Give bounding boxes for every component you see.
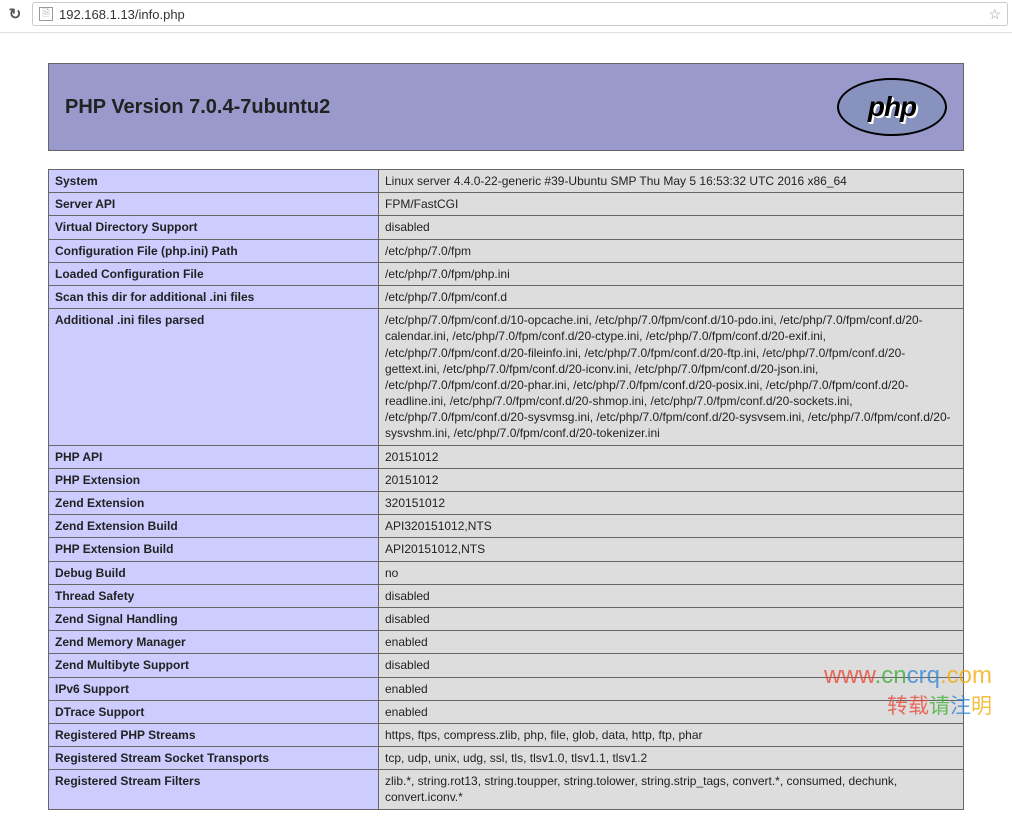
table-row: Zend Extension320151012: [49, 492, 964, 515]
page-icon: 🗎: [39, 7, 53, 21]
info-value: enabled: [379, 677, 964, 700]
table-row: PHP API20151012: [49, 445, 964, 468]
info-value: zlib.*, string.rot13, string.toupper, st…: [379, 770, 964, 809]
table-row: Virtual Directory Supportdisabled: [49, 216, 964, 239]
info-key: Loaded Configuration File: [49, 262, 379, 285]
table-row: Server APIFPM/FastCGI: [49, 193, 964, 216]
php-logo: php: [837, 78, 947, 136]
info-key: Zend Signal Handling: [49, 607, 379, 630]
info-value: FPM/FastCGI: [379, 193, 964, 216]
info-key: Configuration File (php.ini) Path: [49, 239, 379, 262]
reload-icon: ↻: [9, 5, 22, 23]
table-row: Zend Multibyte Supportdisabled: [49, 654, 964, 677]
info-value: disabled: [379, 654, 964, 677]
bookmark-star-icon[interactable]: ☆: [988, 6, 1001, 23]
info-value: enabled: [379, 631, 964, 654]
info-key: Zend Multibyte Support: [49, 654, 379, 677]
table-row: PHP Extension BuildAPI20151012,NTS: [49, 538, 964, 561]
info-key: Zend Extension Build: [49, 515, 379, 538]
info-value: enabled: [379, 700, 964, 723]
info-key: Additional .ini files parsed: [49, 309, 379, 446]
info-value: https, ftps, compress.zlib, php, file, g…: [379, 723, 964, 746]
info-key: DTrace Support: [49, 700, 379, 723]
info-value: API20151012,NTS: [379, 538, 964, 561]
table-row: Thread Safetydisabled: [49, 584, 964, 607]
info-key: PHP API: [49, 445, 379, 468]
info-value: disabled: [379, 216, 964, 239]
info-value: /etc/php/7.0/fpm/php.ini: [379, 262, 964, 285]
browser-address-bar: ↻ 🗎 192.168.1.13/info.php ☆: [0, 0, 1012, 33]
info-key: Server API: [49, 193, 379, 216]
table-row: Additional .ini files parsed/etc/php/7.0…: [49, 309, 964, 446]
reload-button[interactable]: ↻: [4, 3, 26, 25]
info-value: /etc/php/7.0/fpm: [379, 239, 964, 262]
info-key: Virtual Directory Support: [49, 216, 379, 239]
info-value: disabled: [379, 607, 964, 630]
table-row: DTrace Supportenabled: [49, 700, 964, 723]
table-row: Loaded Configuration File/etc/php/7.0/fp…: [49, 262, 964, 285]
info-value: 20151012: [379, 445, 964, 468]
info-key: PHP Extension: [49, 468, 379, 491]
info-key: Debug Build: [49, 561, 379, 584]
info-value: 320151012: [379, 492, 964, 515]
phpinfo-table: SystemLinux server 4.4.0-22-generic #39-…: [48, 169, 964, 810]
table-row: Scan this dir for additional .ini files/…: [49, 285, 964, 308]
table-row: Registered Stream Filterszlib.*, string.…: [49, 770, 964, 809]
table-row: Registered PHP Streamshttps, ftps, compr…: [49, 723, 964, 746]
phpinfo-header: PHP Version 7.0.4-7ubuntu2 php: [48, 63, 964, 151]
info-key: Scan this dir for additional .ini files: [49, 285, 379, 308]
table-row: PHP Extension20151012: [49, 468, 964, 491]
table-row: SystemLinux server 4.4.0-22-generic #39-…: [49, 170, 964, 193]
table-row: Zend Memory Managerenabled: [49, 631, 964, 654]
table-row: Zend Signal Handlingdisabled: [49, 607, 964, 630]
info-value: Linux server 4.4.0-22-generic #39-Ubuntu…: [379, 170, 964, 193]
info-value: disabled: [379, 584, 964, 607]
info-value: no: [379, 561, 964, 584]
info-key: Thread Safety: [49, 584, 379, 607]
info-key: Registered Stream Socket Transports: [49, 747, 379, 770]
info-key: Registered PHP Streams: [49, 723, 379, 746]
page-content: PHP Version 7.0.4-7ubuntu2 php SystemLin…: [0, 33, 1012, 820]
table-row: Configuration File (php.ini) Path/etc/ph…: [49, 239, 964, 262]
info-value: API320151012,NTS: [379, 515, 964, 538]
url-text: 192.168.1.13/info.php: [59, 7, 982, 22]
table-row: Zend Extension BuildAPI320151012,NTS: [49, 515, 964, 538]
info-key: System: [49, 170, 379, 193]
info-value: /etc/php/7.0/fpm/conf.d: [379, 285, 964, 308]
info-value: 20151012: [379, 468, 964, 491]
info-key: Registered Stream Filters: [49, 770, 379, 809]
table-row: IPv6 Supportenabled: [49, 677, 964, 700]
url-input[interactable]: 🗎 192.168.1.13/info.php ☆: [32, 2, 1008, 26]
info-key: IPv6 Support: [49, 677, 379, 700]
info-key: Zend Extension: [49, 492, 379, 515]
info-value: /etc/php/7.0/fpm/conf.d/10-opcache.ini, …: [379, 309, 964, 446]
info-key: PHP Extension Build: [49, 538, 379, 561]
table-row: Registered Stream Socket Transportstcp, …: [49, 747, 964, 770]
table-row: Debug Buildno: [49, 561, 964, 584]
info-key: Zend Memory Manager: [49, 631, 379, 654]
page-title: PHP Version 7.0.4-7ubuntu2: [65, 96, 330, 119]
php-logo-text: php: [868, 91, 916, 123]
info-value: tcp, udp, unix, udg, ssl, tls, tlsv1.0, …: [379, 747, 964, 770]
